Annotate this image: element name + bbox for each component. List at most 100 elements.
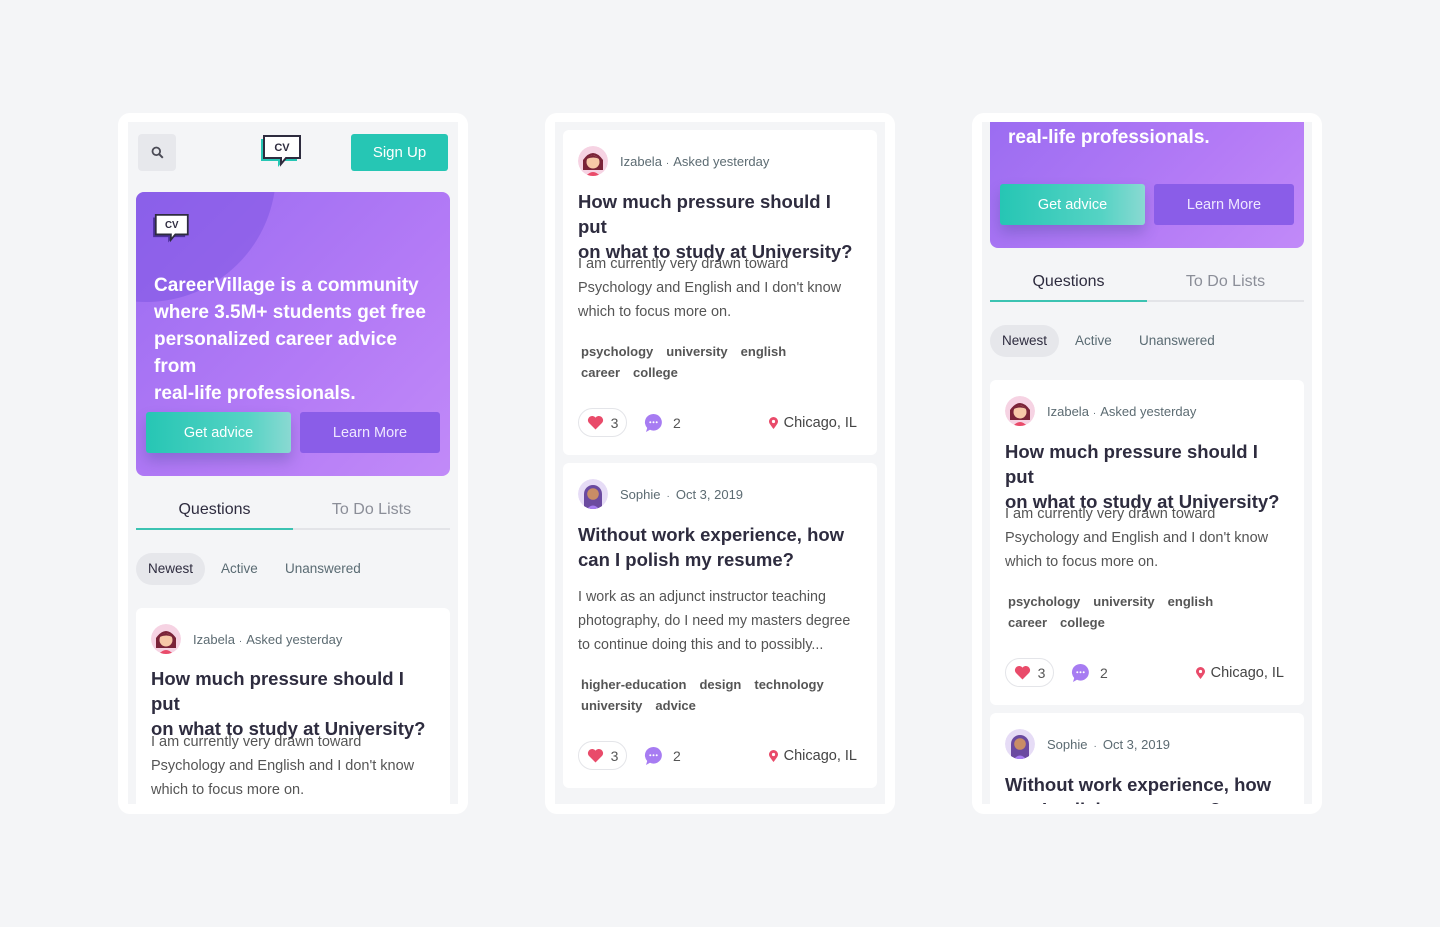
location: Chicago, IL <box>768 408 857 437</box>
question-body: I work as an adjunct instructor teaching… <box>578 585 868 657</box>
body-line: Psychology and English and I don't know <box>151 758 415 774</box>
title-line: How much pressure should I put <box>578 191 831 237</box>
like-button[interactable]: 3 <box>1005 658 1054 687</box>
author-name[interactable]: Sophie <box>1047 737 1087 752</box>
question-card[interactable]: Izabela · Asked yesterday How much pressur… <box>136 608 450 804</box>
timestamp: yesterday <box>713 154 770 169</box>
hero-line: real-life professionals. <box>1008 127 1210 148</box>
tag[interactable]: college <box>1060 615 1105 630</box>
avatar-sophie <box>578 479 608 509</box>
search-button[interactable] <box>138 134 176 171</box>
comments-button[interactable]: 2 <box>1071 658 1108 687</box>
tag[interactable]: university <box>1093 594 1154 609</box>
body-line: Psychology and English and I don't know <box>578 280 842 296</box>
heart-icon <box>1014 665 1030 680</box>
separator: · <box>666 491 670 502</box>
separator: · <box>665 158 670 169</box>
comments-button[interactable]: 2 <box>644 408 681 437</box>
tag[interactable]: english <box>1168 594 1214 609</box>
filter-active[interactable]: Active <box>1063 325 1124 357</box>
like-button[interactable]: 3 <box>578 408 627 437</box>
tab-questions[interactable]: Questions <box>136 494 293 530</box>
tag[interactable]: university <box>666 344 727 359</box>
get-advice-button[interactable]: Get advice <box>146 412 291 453</box>
location: Chicago, IL <box>1195 658 1284 687</box>
author-name[interactable]: Izabela <box>193 632 235 647</box>
body-line: which to focus more on. <box>1005 554 1159 570</box>
get-advice-button[interactable]: Get advice <box>1000 184 1145 225</box>
filter-unanswered[interactable]: Unanswered <box>273 553 373 585</box>
tag[interactable]: english <box>741 344 787 359</box>
timestamp: Oct 3, 2019 <box>675 487 744 502</box>
tag[interactable]: psychology <box>581 344 653 359</box>
filter-unanswered[interactable]: Unanswered <box>1127 325 1227 357</box>
location-pin-icon <box>768 749 778 762</box>
card-footer: 3 2 Chicago, IL <box>578 741 857 771</box>
tag[interactable]: technology <box>754 677 823 692</box>
title-line: Without work experience, how <box>578 524 845 545</box>
question-title[interactable]: Without work experience, how can I polish… <box>1005 772 1290 804</box>
learn-more-button[interactable]: Learn More <box>1154 184 1294 225</box>
title-line: How much pressure should I put <box>1005 441 1258 487</box>
author-name[interactable]: Izabela <box>620 154 662 169</box>
learn-more-button[interactable]: Learn More <box>300 412 440 453</box>
tab-questions[interactable]: Questions <box>990 266 1147 302</box>
tag[interactable]: university <box>581 698 642 713</box>
question-meta: Izabela · Asked yesterday <box>1047 404 1196 419</box>
tag[interactable]: career <box>581 365 620 380</box>
question-body: I am currently very drawn toward Psycholo… <box>151 730 441 802</box>
body-line: photography, do I need my masters degree <box>578 613 851 629</box>
separator: · <box>1093 741 1097 752</box>
tag[interactable]: design <box>699 677 741 692</box>
timestamp: yesterday <box>1140 404 1197 419</box>
phone-screen-scrolled: real-life professionals. Get advice Lear… <box>972 113 1322 814</box>
comment-icon <box>644 746 662 765</box>
separator: · <box>238 636 243 647</box>
location-text: Chicago, IL <box>1210 664 1284 681</box>
comment-icon <box>644 413 662 432</box>
search-icon <box>151 146 164 159</box>
tab-todo-lists[interactable]: To Do Lists <box>293 494 450 530</box>
cv-logo-icon: CV <box>153 214 189 243</box>
title-line: How much pressure should I put <box>151 668 404 714</box>
like-button[interactable]: 3 <box>578 741 627 770</box>
tag[interactable]: higher-education <box>581 677 686 692</box>
body-line: which to focus more on. <box>151 782 305 798</box>
cv-logo-icon[interactable]: CV <box>258 135 302 171</box>
comments-button[interactable]: 2 <box>644 741 681 770</box>
avatar-izabela <box>578 146 608 176</box>
question-card[interactable]: Izabela · Asked yesterday How much pressur… <box>990 380 1304 705</box>
tag[interactable]: college <box>633 365 678 380</box>
hero-banner: real-life professionals. Get advice Lear… <box>990 122 1304 248</box>
author-name[interactable]: Sophie <box>620 487 660 502</box>
question-title[interactable]: Without work experience, how can I polish… <box>578 522 863 572</box>
filter-newest[interactable]: Newest <box>136 553 206 585</box>
svg-text:CV: CV <box>274 142 290 154</box>
comment-count: 2 <box>673 414 681 431</box>
tag[interactable]: psychology <box>1008 594 1080 609</box>
tag[interactable]: career <box>1008 615 1047 630</box>
like-count: 3 <box>610 414 619 431</box>
question-meta: Izabela · Asked yesterday <box>620 154 769 169</box>
avatar-sophie <box>1005 729 1035 759</box>
tab-todo-lists[interactable]: To Do Lists <box>1147 266 1304 302</box>
body-line: which to focus more on. <box>578 304 732 320</box>
body-line: I work as an adjunct instructor teaching <box>578 589 826 605</box>
question-meta: Sophie · Oct 3, 2019 <box>1047 737 1170 752</box>
title-line: Without work experience, how <box>1005 774 1272 795</box>
asked-label: Asked <box>246 632 283 647</box>
question-card[interactable]: Sophie · Oct 3, 2019 Without work experien… <box>563 463 877 788</box>
question-card[interactable]: Izabela · Asked yesterday How much pressur… <box>563 130 877 455</box>
screen: Izabela · Asked yesterday How much pressur… <box>555 122 885 804</box>
body-line: Psychology and English and I don't know <box>1005 530 1269 546</box>
phone-screen-home: CV Sign Up CV CareerVillage is a communi… <box>118 113 468 814</box>
sign-up-button[interactable]: Sign Up <box>351 134 448 171</box>
tag[interactable]: advice <box>655 698 695 713</box>
question-body: I am currently very drawn toward Psycholo… <box>578 252 868 324</box>
separator: · <box>1092 408 1097 419</box>
author-name[interactable]: Izabela <box>1047 404 1089 419</box>
like-count: 3 <box>610 747 619 764</box>
question-card[interactable]: Sophie · Oct 3, 2019 Without work experien… <box>990 713 1304 804</box>
filter-newest[interactable]: Newest <box>990 325 1060 357</box>
filter-active[interactable]: Active <box>209 553 270 585</box>
